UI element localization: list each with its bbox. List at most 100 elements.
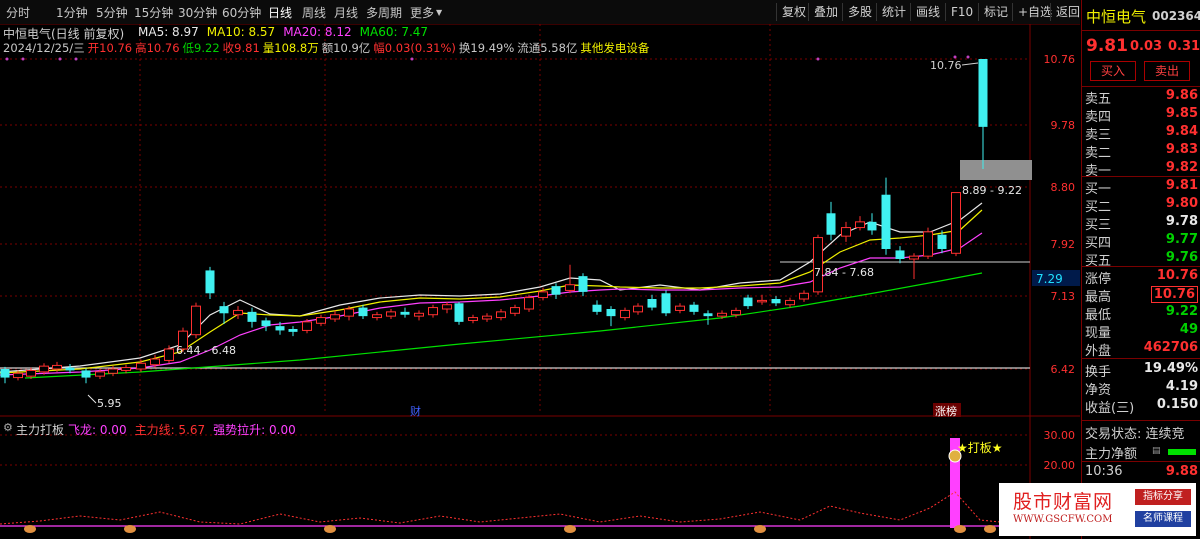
y-tick-label: 7.92 [1051, 238, 1076, 251]
candle-body [757, 299, 767, 303]
quote-panel: 中恒电气 002364 9.81 0.03 0.31% 买入 卖出 卖五 9.86… [1081, 0, 1200, 539]
info-item-5: 量108.8万 [262, 41, 319, 55]
candle-body [743, 297, 753, 307]
ask-label: 卖四 [1085, 110, 1112, 125]
sell-button[interactable]: 卖出 [1144, 61, 1190, 81]
candle-body [937, 234, 947, 249]
y-tick-label: 8.80 [1051, 181, 1076, 194]
low-pointer [87, 394, 97, 404]
tab-1min[interactable]: 1分钟 [56, 4, 88, 21]
f10-button[interactable]: F10 [945, 3, 973, 21]
stat-label: 净资 [1085, 383, 1112, 398]
stat-label: 收益(三) [1085, 401, 1135, 416]
candle-body [633, 305, 643, 313]
info-item-7: 幅0.03(0.31%) [373, 41, 456, 55]
tag-teacher-course[interactable]: 名师课程 [1135, 511, 1191, 527]
info-item-3: 低9.22 [182, 41, 220, 55]
candle-body [372, 314, 382, 319]
signal-dot [21, 57, 25, 61]
indicator-name[interactable]: 主力打板 [16, 421, 64, 438]
chart-grid: 10.76 9.78 8.80 7.92 7.13 6.42 7.29 30.00 20.00 [0, 24, 1080, 539]
ask-label: 卖五 [1085, 92, 1112, 107]
bid-row[interactable]: 买一 9.81 [1085, 178, 1198, 197]
mark-button[interactable]: 标记 [978, 3, 1008, 21]
ask-row[interactable]: 卖三 9.84 [1085, 124, 1198, 143]
stat-label: 现量 [1085, 326, 1112, 341]
tab-weekly[interactable]: 周线 [302, 4, 326, 21]
tab-monthly[interactable]: 月线 [334, 4, 358, 21]
settings-icon[interactable]: ⚙ [3, 421, 13, 434]
buy-button[interactable]: 买入 [1090, 61, 1136, 81]
ask-row[interactable]: 卖四 9.85 [1085, 106, 1198, 125]
stat-value: 10.76 [1150, 286, 1198, 303]
signal-coin [984, 525, 996, 533]
bid-label: 买二 [1085, 200, 1112, 215]
candle-body [881, 194, 891, 249]
current-price: 9.81 [1086, 36, 1128, 56]
ask-price: 9.85 [1165, 106, 1198, 121]
signal-dot [966, 55, 970, 59]
info-item-9: 流通5.58亿 [517, 41, 578, 55]
candle-body [482, 315, 492, 320]
ma-label-1: MA10: 8.57 [206, 25, 276, 39]
ask-row[interactable]: 卖二 9.83 [1085, 142, 1198, 161]
candle-body [689, 304, 699, 312]
candle-body [150, 358, 160, 366]
back-button[interactable]: 返回 [1050, 3, 1080, 21]
y-tick-label: 7.13 [1051, 290, 1076, 303]
fuquan-button[interactable]: 复权 [776, 3, 806, 21]
overlay-button[interactable]: 叠加 [808, 3, 838, 21]
stat-label: 最高 [1085, 290, 1112, 305]
list-icon[interactable]: ▤ [1152, 446, 1161, 456]
tab-30min[interactable]: 30分钟 [178, 4, 217, 21]
ask-price: 9.83 [1165, 142, 1198, 157]
candle-body [717, 312, 727, 317]
tab-15min[interactable]: 15分钟 [134, 4, 173, 21]
info-item-0: 2024/12/25/三 [3, 41, 85, 55]
stat-value: 4.19 [1165, 379, 1198, 394]
bid-row[interactable]: 买四 9.77 [1085, 232, 1198, 251]
candle-body [428, 307, 438, 316]
tab-more[interactable]: 更多 [410, 4, 434, 21]
tab-fenshi[interactable]: 分时 [6, 4, 30, 21]
stat-row: 最低 9.22 [1085, 304, 1198, 323]
info-item-4: 收9.81 [222, 41, 260, 55]
signal-coin [124, 525, 136, 533]
info-item-10: 其他发电设备 [580, 41, 650, 55]
stat-value: 19.49% [1143, 361, 1198, 376]
candle-body [703, 313, 713, 317]
info-item-8: 换19.49% [458, 41, 515, 55]
draw-line-button[interactable]: 画线 [910, 3, 940, 21]
candle-body [39, 365, 49, 373]
bid-row[interactable]: 买三 9.78 [1085, 214, 1198, 233]
board-signal-label: ★打板★ [957, 441, 1003, 455]
ask-label: 卖二 [1085, 146, 1112, 161]
y-tick-label: 9.78 [1051, 119, 1076, 132]
statistics-button[interactable]: 统计 [876, 3, 906, 21]
chevron-down-icon[interactable]: ▼ [436, 8, 442, 17]
candle-body [219, 306, 229, 314]
main-force-line [0, 491, 1021, 525]
signal-dot [5, 57, 9, 61]
tab-daily[interactable]: 日线 [268, 4, 292, 21]
candle-body [813, 237, 823, 293]
candle-body [414, 312, 424, 317]
tab-5min[interactable]: 5分钟 [96, 4, 128, 21]
bid-price: 9.78 [1165, 214, 1198, 229]
tick-price: 9.88 [1165, 464, 1198, 479]
candle-body [855, 221, 865, 229]
bid-row[interactable]: 买二 9.80 [1085, 196, 1198, 215]
kline-chart[interactable]: 10.769.788.807.927.136.427.2930.0020.00 … [0, 24, 1080, 539]
tab-multi-period[interactable]: 多周期 [366, 4, 402, 21]
tab-60min[interactable]: 60分钟 [222, 4, 261, 21]
candlesticks [0, 59, 988, 384]
ma-label-2: MA20: 8.12 [283, 25, 352, 39]
period-toolbar: 分时 1分钟 5分钟 15分钟 30分钟 60分钟 日线 周线 月线 多周期 更… [0, 0, 1080, 25]
stock-code: 002364 [1152, 9, 1200, 23]
y-tick-label: 10.76 [1044, 53, 1076, 66]
candle-body [261, 320, 271, 327]
add-watchlist-button[interactable]: +自选 [1012, 3, 1052, 21]
tag-indicator-share[interactable]: 指标分享 [1135, 489, 1191, 505]
multi-stock-button[interactable]: 多股 [842, 3, 872, 21]
ask-row[interactable]: 卖五 9.86 [1085, 88, 1198, 107]
